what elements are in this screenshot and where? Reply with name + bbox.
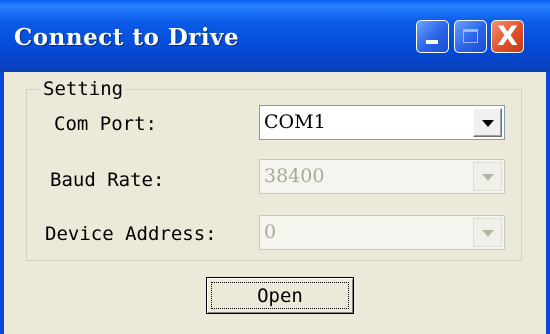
chevron-down-icon [482, 230, 494, 237]
maximize-button [454, 20, 487, 53]
chevron-down-icon [482, 174, 494, 181]
open-button[interactable]: Open [206, 277, 354, 314]
baud-rate-select[interactable]: 38400 [259, 159, 505, 194]
baud-rate-label: Baud Rate: [50, 169, 165, 191]
device-address-select[interactable]: 0 [259, 215, 505, 250]
close-button[interactable]: X [491, 20, 524, 53]
dialog-body: Setting Com Port: COM1 Baud Rate: 38400 … [4, 72, 546, 334]
baud-rate-value: 38400 [264, 165, 325, 187]
maximize-icon [463, 29, 478, 43]
com-port-value: COM1 [264, 111, 326, 133]
com-port-select[interactable]: COM1 [259, 105, 505, 140]
close-icon: X [497, 21, 518, 52]
device-address-dropdown-button[interactable] [473, 218, 502, 247]
com-port-label: Com Port: [54, 113, 157, 135]
chevron-down-icon [482, 120, 494, 127]
device-address-value: 0 [264, 221, 277, 243]
baud-rate-dropdown-button[interactable] [473, 162, 502, 191]
groupbox-title: Setting [41, 78, 126, 100]
device-address-label: Device Address: [45, 223, 217, 245]
minimize-icon [426, 40, 438, 44]
com-port-dropdown-button[interactable] [473, 108, 502, 137]
window-title: Connect to Drive [14, 24, 240, 51]
open-button-label: Open [257, 285, 303, 307]
title-bar[interactable]: Connect to Drive X [0, 0, 550, 72]
dialog-window: Connect to Drive X Setting Com Port: COM… [0, 0, 550, 334]
minimize-button[interactable] [416, 20, 449, 53]
